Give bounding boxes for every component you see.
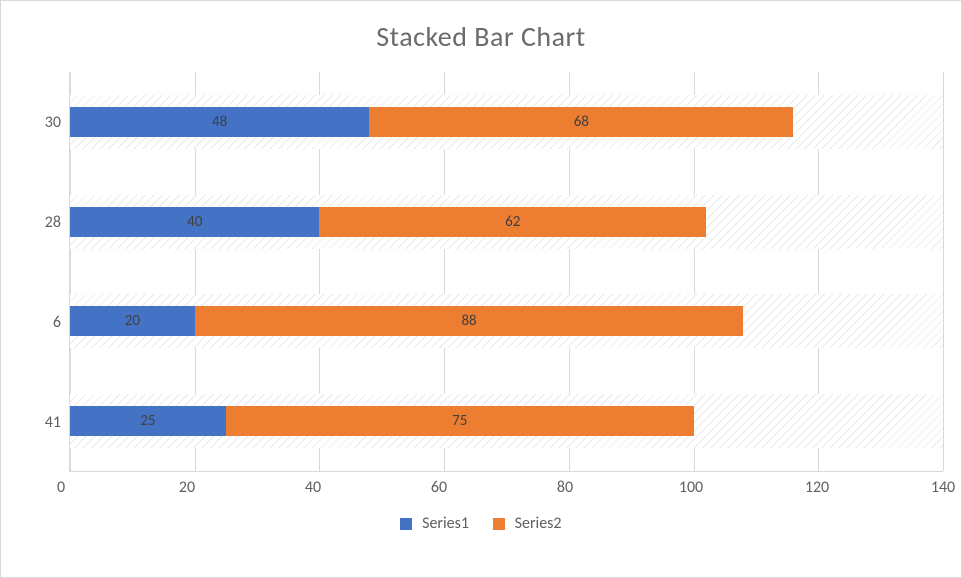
chart-frame: Stacked Bar Chart 30 28 6 41 48684062208…	[0, 0, 962, 578]
legend-swatch-series2	[493, 518, 505, 530]
x-tick-label: 140	[931, 478, 955, 497]
y-tick-label: 30	[19, 113, 61, 132]
bar-row: 2088	[70, 306, 743, 336]
y-tick-label: 28	[19, 213, 61, 232]
bar-row: 25 75	[70, 406, 694, 436]
legend-label: Series2	[515, 514, 562, 533]
data-label: 20	[125, 312, 140, 330]
legend-item-series1: Series1	[400, 514, 469, 533]
data-label: 40	[187, 213, 202, 231]
plot-area: 4868406220882575	[69, 72, 943, 472]
x-tick-label: 80	[557, 478, 573, 497]
x-tick-label: 60	[431, 478, 447, 497]
chart-title: Stacked Bar Chart	[19, 19, 943, 54]
y-tick-label: 6	[19, 313, 61, 332]
bar-segment-series2: 62	[319, 207, 706, 237]
bar-segment-series1: 40	[70, 207, 319, 237]
data-label: 48	[212, 113, 227, 131]
legend-item-series2: Series2	[493, 514, 562, 533]
data-label: 62	[505, 213, 520, 231]
y-tick-label: 41	[19, 413, 61, 432]
legend-label: Series1	[422, 514, 469, 533]
x-tick-label: 100	[679, 478, 703, 497]
bar-segment-series1: 20	[70, 306, 195, 336]
legend: Series1 Series2	[19, 514, 943, 533]
bar-segment-series2: 75	[226, 406, 694, 436]
bar-segment-series1: 25	[70, 406, 226, 436]
data-label: 68	[574, 113, 589, 131]
y-axis-labels: 30 28 6 41	[19, 72, 69, 472]
x-tick-label: 0	[57, 478, 65, 497]
x-axis-labels: 020406080100120140	[61, 478, 943, 500]
data-label: 88	[461, 312, 476, 330]
data-label: 25	[140, 412, 155, 430]
bar-segment-series2: 68	[369, 107, 793, 137]
legend-swatch-series1	[400, 518, 412, 530]
x-tick-label: 40	[305, 478, 321, 497]
data-label: 75	[452, 412, 467, 430]
x-tick-label: 120	[805, 478, 829, 497]
bar-segment-series1: 48	[70, 107, 369, 137]
gridline	[943, 72, 944, 471]
bar-row: 40 62	[70, 207, 706, 237]
plot-area-wrap: 30 28 6 41 4868406220882575	[19, 72, 943, 472]
bar-segment-series2: 88	[195, 306, 744, 336]
bar-row: 48 68	[70, 107, 793, 137]
x-tick-label: 20	[179, 478, 195, 497]
